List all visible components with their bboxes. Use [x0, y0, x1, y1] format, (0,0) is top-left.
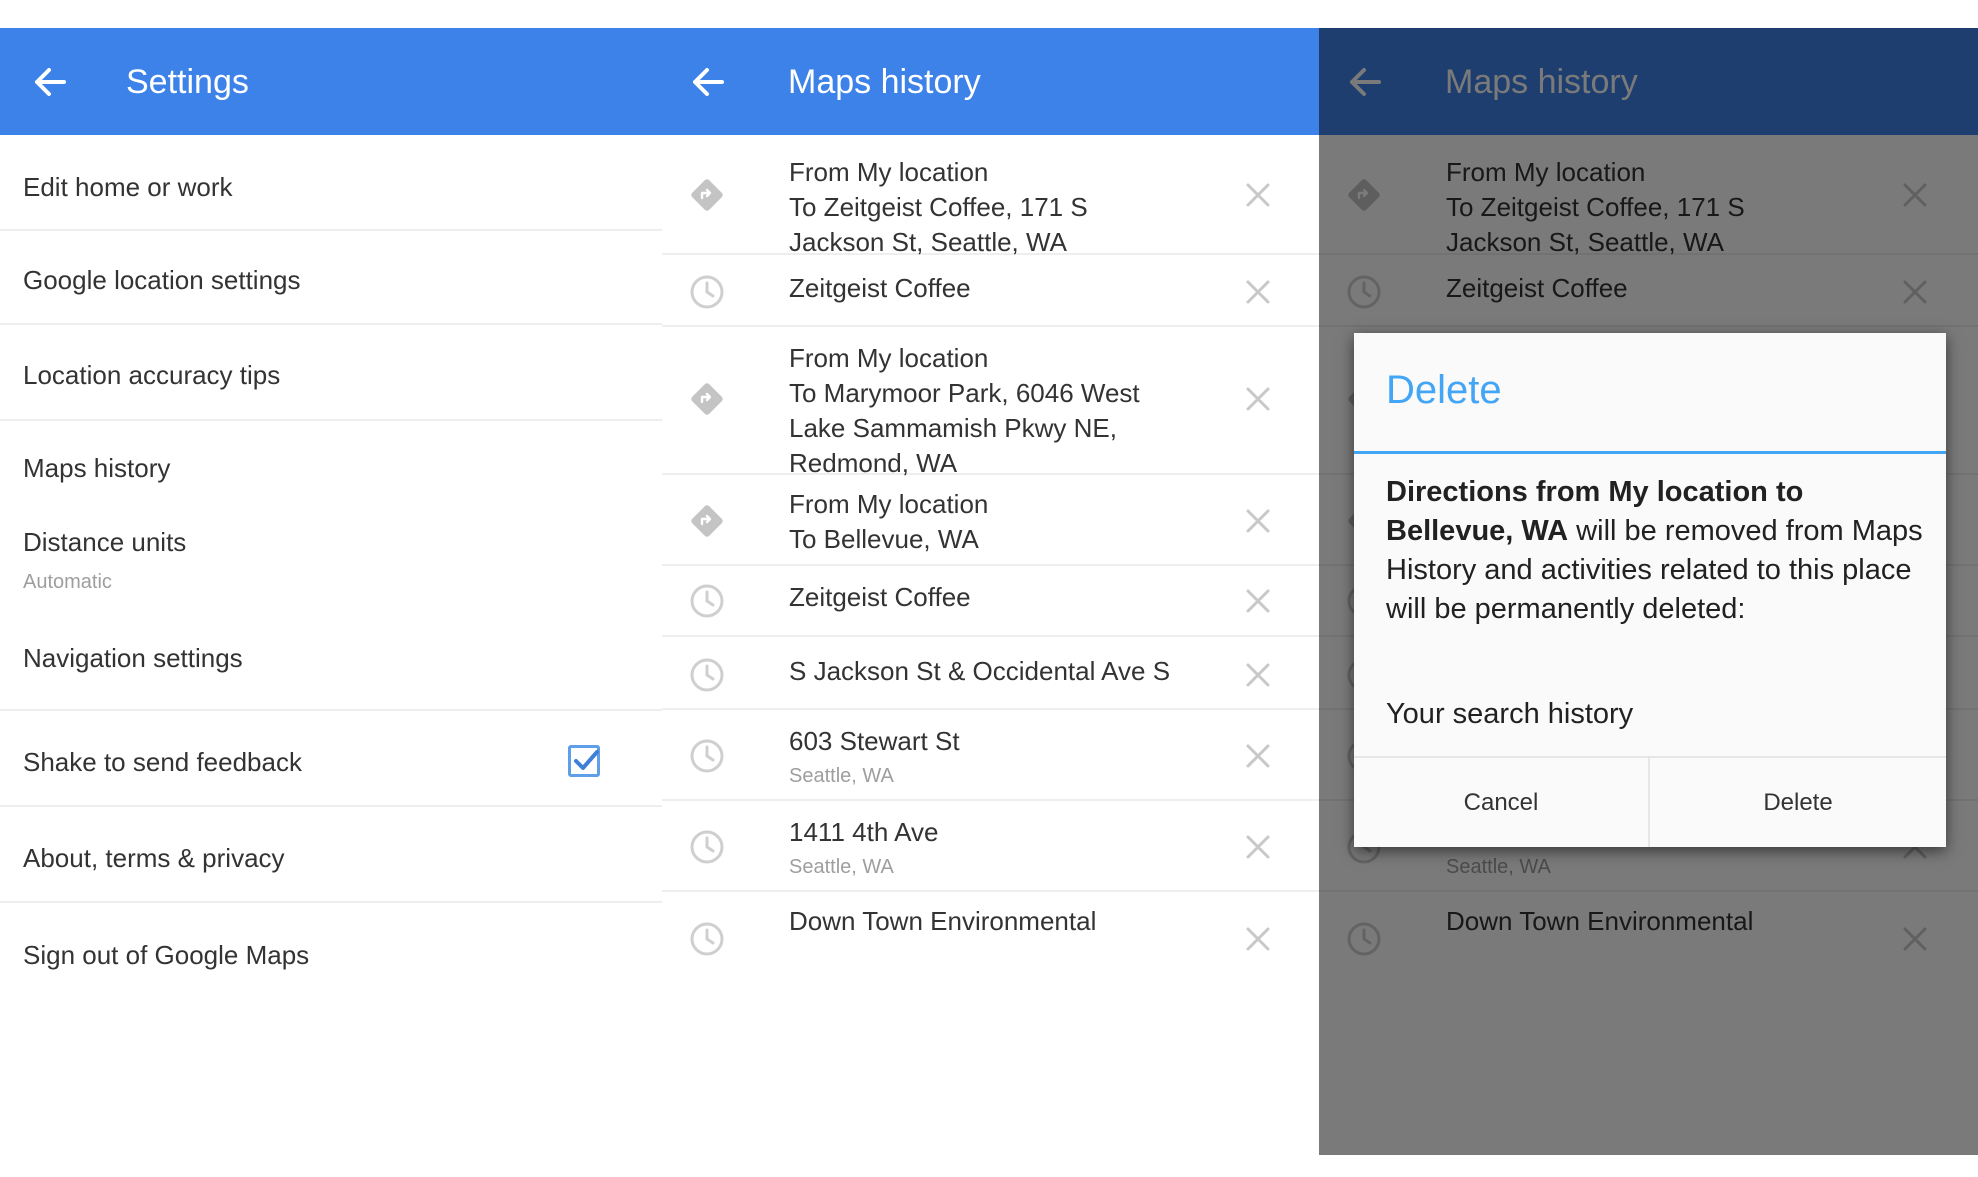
- settings-item-label: Navigation settings: [23, 643, 243, 673]
- settings-item-label: Maps history: [23, 453, 171, 483]
- settings-item-label: Distance units: [23, 527, 187, 557]
- history-item-line: To Bellevue, WA: [789, 524, 979, 554]
- dialog-button-row: Cancel Delete: [1354, 756, 1946, 847]
- history-item[interactable]: From My location To Bellevue, WA: [662, 475, 1319, 566]
- back-arrow-icon[interactable]: [30, 62, 70, 102]
- close-icon[interactable]: [1242, 383, 1274, 415]
- close-icon[interactable]: [1242, 505, 1274, 537]
- settings-item-label: Google location settings: [23, 265, 301, 295]
- dialog-message: Directions from My location to Bellevue,…: [1386, 473, 1926, 629]
- history-item-line: From My location: [789, 489, 989, 519]
- close-icon[interactable]: [1242, 585, 1274, 617]
- history-item-text: From My location To Bellevue, WA: [789, 487, 988, 557]
- history-item-text: From My location To Zeitgeist Coffee, 171…: [789, 155, 1088, 260]
- clock-icon: [686, 271, 728, 313]
- clock-icon: [686, 654, 728, 696]
- settings-item-google-location-settings[interactable]: Google location settings: [0, 231, 662, 325]
- delete-button[interactable]: Delete: [1650, 758, 1946, 847]
- maps-history-delete-screen: Maps history From My locationTo Zeitgeis…: [1319, 28, 1978, 1155]
- close-icon[interactable]: [1242, 179, 1274, 211]
- maps-history-app-bar: Maps history: [662, 28, 1319, 135]
- history-item-line: 1411 4th Ave: [789, 817, 939, 847]
- screenshot-stage: Settings Edit home or work Google locati…: [0, 28, 1978, 1155]
- settings-item-label: Sign out of Google Maps: [23, 940, 310, 970]
- settings-title: Settings: [126, 63, 249, 101]
- settings-item-sublabel: Automatic: [23, 571, 112, 593]
- settings-item-label: About, terms & privacy: [23, 843, 285, 873]
- history-item-line: From My location: [789, 343, 989, 373]
- history-item[interactable]: From My location To Zeitgeist Coffee, 171…: [662, 135, 1319, 257]
- shake-feedback-checkbox[interactable]: [568, 745, 600, 777]
- history-item[interactable]: Zeitgeist Coffee: [662, 255, 1319, 327]
- back-arrow-icon[interactable]: [688, 62, 728, 102]
- history-item-text: Down Town Environmental: [789, 904, 1096, 939]
- directions-icon: [686, 500, 728, 542]
- history-item-line: To Zeitgeist Coffee, 171 S: [789, 192, 1088, 222]
- settings-item-label: Edit home or work: [23, 172, 233, 202]
- history-item-text: Zeitgeist Coffee: [789, 271, 971, 306]
- settings-item-location-accuracy-tips[interactable]: Location accuracy tips: [0, 325, 662, 421]
- close-icon[interactable]: [1242, 831, 1274, 863]
- history-item[interactable]: Down Town Environmental: [662, 892, 1319, 992]
- clock-icon: [686, 735, 728, 777]
- settings-item-sign-out[interactable]: Sign out of Google Maps: [0, 903, 662, 1003]
- close-icon[interactable]: [1242, 740, 1274, 772]
- history-item-text: 1411 4th Ave: [789, 815, 938, 850]
- settings-item-about-terms-privacy[interactable]: About, terms & privacy: [0, 807, 662, 903]
- close-icon[interactable]: [1242, 923, 1274, 955]
- delete-dialog: Delete Directions from My location to Be…: [1354, 333, 1946, 847]
- close-icon[interactable]: [1242, 276, 1274, 308]
- history-item[interactable]: 603 Stewart St Seattle, WA: [662, 710, 1319, 801]
- history-item-line: S Jackson St & Occidental Ave S: [789, 656, 1171, 686]
- history-item-text: From My location To Marymoor Park, 6046 W…: [789, 341, 1140, 481]
- dialog-title-divider: [1354, 451, 1946, 454]
- history-item-text: Zeitgeist Coffee: [789, 580, 971, 615]
- directions-icon: [686, 174, 728, 216]
- history-item-line: Zeitgeist Coffee: [789, 273, 971, 303]
- clock-icon: [686, 580, 728, 622]
- history-item-line: Lake Sammamish Pkwy NE,: [789, 413, 1117, 443]
- checkmark-icon: [574, 750, 599, 770]
- settings-item-shake-feedback[interactable]: Shake to send feedback: [0, 711, 662, 807]
- settings-item-navigation-settings[interactable]: Navigation settings: [0, 613, 662, 711]
- settings-app-bar: Settings: [0, 28, 662, 135]
- history-item-line: From My location: [789, 157, 989, 187]
- history-item-line: Down Town Environmental: [789, 906, 1097, 936]
- settings-item-edit-home-work[interactable]: Edit home or work: [0, 135, 662, 231]
- history-item-line: Zeitgeist Coffee: [789, 582, 971, 612]
- history-item[interactable]: S Jackson St & Occidental Ave S: [662, 637, 1319, 710]
- cancel-button[interactable]: Cancel: [1354, 758, 1650, 847]
- settings-item-label: Location accuracy tips: [23, 360, 281, 390]
- clock-icon: [686, 918, 728, 960]
- maps-history-screen: Maps history From My location To Zeitgeis…: [662, 28, 1319, 1155]
- settings-screen: Settings Edit home or work Google locati…: [0, 28, 662, 1155]
- settings-item-label: Shake to send feedback: [23, 747, 302, 777]
- dialog-affected-item: Your search history: [1386, 698, 1634, 730]
- settings-item-maps-history[interactable]: Maps history: [0, 421, 662, 515]
- history-item-line: 603 Stewart St: [789, 726, 960, 756]
- history-item[interactable]: 1411 4th Ave Seattle, WA: [662, 801, 1319, 892]
- clock-icon: [686, 826, 728, 868]
- history-item[interactable]: Zeitgeist Coffee: [662, 566, 1319, 637]
- close-icon[interactable]: [1242, 659, 1274, 691]
- history-item-text: S Jackson St & Occidental Ave S: [789, 654, 1170, 689]
- history-item-text: 603 Stewart St: [789, 724, 960, 759]
- dialog-title: Delete: [1386, 368, 1502, 412]
- history-item-line: To Marymoor Park, 6046 West: [789, 378, 1140, 408]
- settings-item-distance-units[interactable]: Distance units Automatic: [0, 515, 662, 613]
- history-item[interactable]: From My location To Marymoor Park, 6046 W…: [662, 327, 1319, 478]
- history-item-subtitle: Seattle, WA: [789, 856, 894, 878]
- directions-icon: [686, 378, 728, 420]
- maps-history-title: Maps history: [788, 63, 981, 101]
- history-item-subtitle: Seattle, WA: [789, 765, 894, 787]
